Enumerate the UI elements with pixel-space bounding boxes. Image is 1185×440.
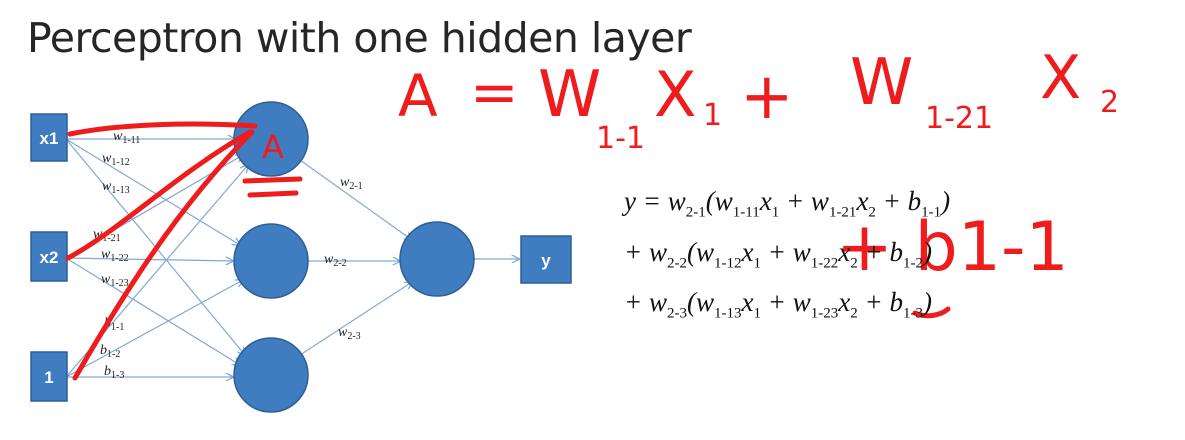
input-x1: x1 [30,113,68,162]
network-diagram: x1 x2 1 y w1-11 w1-12 w1-13 w1-21 w1-22 … [30,43,1119,413]
label-b1-2: b1-2 [100,343,120,360]
handwritten-annotations: A A = W 1-1 X 1 + W 1-21 X 2 + b1-1 [65,43,1119,381]
label-w1-12: w1-12 [102,151,130,168]
equation-line-2: + w2-2(w1-12x1 + w1-22x2 + b1-2) [624,237,932,272]
label-b1-3: b1-3 [104,364,124,381]
ink-note-w2-sub: 1-21 [925,101,993,136]
ink-underline-node [242,176,303,198]
ink-note: A = W 1-1 X 1 + W 1-21 X 2 [398,43,1119,156]
ink-note-w2: W [850,46,913,120]
ink-note-x1-sub: 1 [703,98,722,133]
ink-node-label: A [262,128,284,166]
ink-note-lhs: A [398,62,438,130]
output-node [399,221,475,297]
ink-note-plus: + [740,60,794,134]
equation-line-3: + w2-3(w1-13x1 + w1-23x2 + b1-3) [624,287,932,322]
ink-note-x2: X [1040,43,1081,113]
label-w2-2: w2-2 [324,252,347,269]
ink-note-x1: X [654,58,696,131]
ink-note-w1: W [538,58,601,132]
edge-h3-out [299,282,412,356]
svg-text:y: y [541,251,551,270]
hidden-node-2 [233,223,309,299]
label-w2-1: w2-1 [340,175,363,192]
ink-note-w1-sub: 1-1 [596,121,645,156]
svg-text:x1: x1 [40,129,59,148]
input-x2: x2 [30,231,68,282]
input-bias: 1 [30,351,68,402]
svg-text:x2: x2 [40,248,59,267]
input-hidden-edges [65,139,248,378]
label-w1-11: w1-11 [113,129,140,146]
ink-note-equals: = [470,58,519,126]
label-w1-22: w1-22 [101,247,129,264]
equation-line-1: y = w2-1(w1-11x1 + w1-21x2 + b1-1) [624,186,951,221]
edge-bias-h2 [65,280,243,378]
ink-note-x2-sub: 2 [1100,85,1119,120]
label-w1-23: w1-23 [101,272,129,289]
ink-stroke-x1-to-node [67,121,258,137]
label-w1-13: w1-13 [102,179,130,196]
svg-text:1: 1 [44,368,53,387]
hidden-node-3 [233,337,309,413]
edge-h1-out [299,159,412,240]
output-y: y [520,235,572,284]
label-w2-3: w2-3 [338,325,361,342]
